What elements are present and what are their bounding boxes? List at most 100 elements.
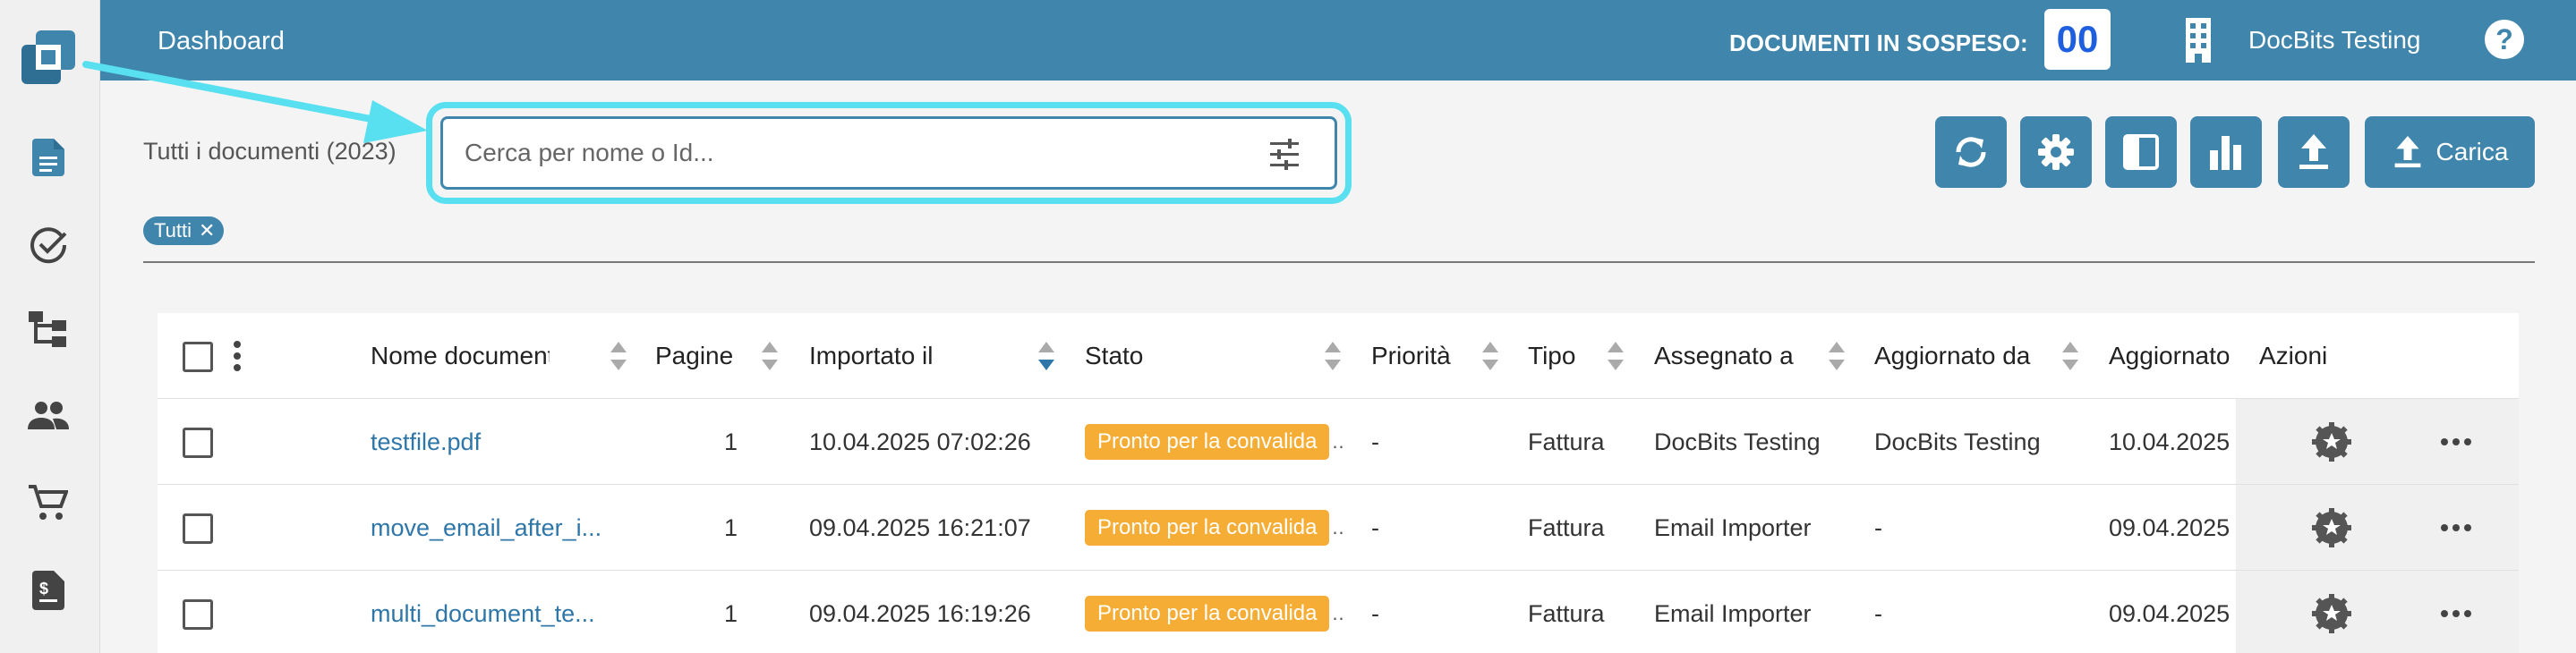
more-options-icon[interactable] <box>2440 523 2472 532</box>
column-options-icon[interactable] <box>233 340 242 372</box>
filter-chip-label: Tutti <box>154 219 192 242</box>
sort-icon[interactable] <box>1827 340 1847 372</box>
refresh-icon <box>1956 137 1986 167</box>
row-checkbox[interactable] <box>183 428 213 458</box>
column-header-name[interactable]: Nome documento <box>371 313 550 399</box>
upload-carica-button[interactable]: Carica <box>2365 116 2535 188</box>
column-header-updated[interactable]: Aggiornato <box>2109 313 2236 399</box>
column-header-actions: Azioni <box>2259 342 2328 369</box>
top-bar: Dashboard DOCUMENTI IN SOSPESO: 00 DocBi… <box>100 0 2576 81</box>
table-row[interactable]: move_email_after_i... 1 09.04.2025 16:21… <box>158 485 2519 571</box>
badge-gear-icon[interactable] <box>2312 508 2351 547</box>
sort-icon[interactable] <box>609 340 628 372</box>
imported-cell: 10.04.2025 07:02:26 <box>809 428 1031 455</box>
document-name-link[interactable]: multi_document_te... <box>371 571 612 653</box>
updated-by-cell: DocBits Testing <box>1874 428 2041 455</box>
bar-chart-icon <box>2210 136 2241 170</box>
more-options-icon[interactable] <box>2440 609 2472 618</box>
column-header-pages[interactable]: Pagine <box>655 313 754 399</box>
building-icon[interactable] <box>2179 18 2218 63</box>
select-all-checkbox[interactable] <box>183 342 213 372</box>
badge-gear-icon[interactable] <box>2312 422 2351 462</box>
pending-documents-count[interactable]: 00 <box>2044 9 2111 70</box>
hierarchy-icon[interactable] <box>27 308 70 351</box>
document-name-link[interactable]: move_email_after_i... <box>371 485 612 571</box>
divider <box>143 261 2535 263</box>
sidebar: $ <box>0 0 100 653</box>
filter-chip[interactable]: Tutti ✕ <box>143 216 225 245</box>
pages-cell: 1 <box>723 599 738 627</box>
check-circle-icon[interactable] <box>27 224 70 267</box>
help-icon[interactable]: ? <box>2485 20 2524 59</box>
status-overflow: … <box>1331 602 1346 625</box>
search-box[interactable] <box>440 116 1337 190</box>
split-view-icon <box>2123 134 2159 170</box>
priority-cell: - <box>1371 599 1379 627</box>
assigned-cell: Email Importer <box>1654 513 1812 541</box>
status-overflow: … <box>1331 430 1346 454</box>
refresh-button[interactable] <box>1935 116 2007 188</box>
column-header-priority[interactable]: Priorità <box>1371 313 1488 399</box>
status-badge: Pronto per la convalida <box>1085 596 1330 632</box>
sort-icon[interactable] <box>1323 340 1343 372</box>
sort-icon[interactable] <box>760 340 780 372</box>
upload-carica-label: Carica <box>2435 138 2509 165</box>
table-row[interactable]: testfile.pdf 1 10.04.2025 07:02:26 Pront… <box>158 399 2519 485</box>
column-header-status[interactable]: Stato <box>1085 313 1192 399</box>
sort-icon[interactable] <box>1480 340 1500 372</box>
sort-icon[interactable] <box>1606 340 1625 372</box>
status-cell: Pronto per la convalida… <box>1085 571 1346 653</box>
status-cell: Pronto per la convalida… <box>1085 485 1346 571</box>
column-header-updated-by[interactable]: Aggiornato da <box>1874 313 2071 399</box>
settings-button[interactable] <box>2020 116 2092 188</box>
search-input[interactable] <box>465 139 1234 167</box>
statistics-button[interactable] <box>2190 116 2262 188</box>
cart-icon[interactable] <box>27 481 70 524</box>
assigned-cell: Email Importer <box>1654 599 1812 627</box>
pages-cell: 1 <box>723 513 738 541</box>
split-view-button[interactable] <box>2105 116 2177 188</box>
updated-cell: 10.04.2025 <box>2109 428 2231 455</box>
priority-cell: - <box>1371 428 1379 455</box>
pages-cell: 1 <box>723 428 738 455</box>
upload-icon <box>2394 136 2420 168</box>
imported-cell: 09.04.2025 16:19:26 <box>809 599 1031 627</box>
documents-table: Nome documento Pagine Importato il Stato… <box>158 313 2519 653</box>
imported-cell: 09.04.2025 16:21:07 <box>809 513 1031 541</box>
type-cell: Fattura <box>1528 599 1605 627</box>
type-cell: Fattura <box>1528 428 1605 455</box>
priority-cell: - <box>1371 513 1379 541</box>
close-icon[interactable]: ✕ <box>199 219 215 242</box>
upload-icon <box>2299 134 2328 169</box>
status-badge: Pronto per la convalida <box>1085 424 1330 460</box>
filter-settings-icon[interactable] <box>1267 137 1302 173</box>
upload-button[interactable] <box>2278 116 2350 188</box>
svg-text:$: $ <box>39 580 48 598</box>
document-count-label: Tutti i documenti (2023) <box>143 138 397 165</box>
updated-by-cell: - <box>1874 513 1882 541</box>
status-overflow: … <box>1331 516 1346 539</box>
column-header-assigned[interactable]: Assegnato a <box>1654 313 1833 399</box>
column-header-type[interactable]: Tipo <box>1528 313 1617 399</box>
status-badge: Pronto per la convalida <box>1085 510 1330 546</box>
updated-by-cell: - <box>1874 599 1882 627</box>
document-icon[interactable] <box>27 136 70 179</box>
table-header: Nome documento Pagine Importato il Stato… <box>158 313 2519 399</box>
column-header-imported[interactable]: Importato il <box>809 313 1006 399</box>
app-logo-icon[interactable] <box>20 29 77 86</box>
table-row[interactable]: multi_document_te... 1 09.04.2025 16:19:… <box>158 571 2519 653</box>
organization-name[interactable]: DocBits Testing <box>2248 26 2420 55</box>
assigned-cell: DocBits Testing <box>1654 428 1821 455</box>
document-name-link[interactable]: testfile.pdf <box>371 399 612 485</box>
updated-cell: 09.04.2025 <box>2109 599 2231 627</box>
sort-icon[interactable] <box>2060 340 2080 372</box>
sort-desc-icon[interactable] <box>1036 340 1056 372</box>
badge-gear-icon[interactable] <box>2312 594 2351 633</box>
people-icon[interactable] <box>27 394 70 437</box>
more-options-icon[interactable] <box>2440 437 2472 446</box>
page-title: Dashboard <box>158 27 285 55</box>
row-checkbox[interactable] <box>183 513 213 544</box>
invoice-icon[interactable]: $ <box>27 569 70 612</box>
updated-cell: 09.04.2025 <box>2109 513 2231 541</box>
row-checkbox[interactable] <box>183 599 213 630</box>
